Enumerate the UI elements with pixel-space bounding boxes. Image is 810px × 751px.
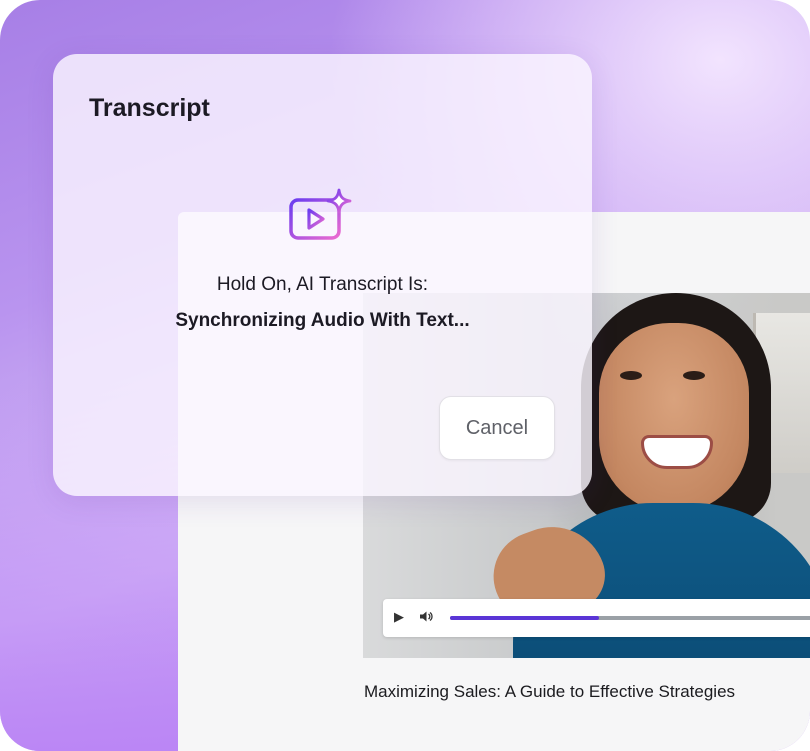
presenter-face (599, 323, 749, 513)
volume-icon-svg (420, 611, 433, 622)
transcript-dialog: Transcript Hold On, AI Transcript Is: Sy… (53, 54, 592, 496)
dialog-title: Transcript (89, 94, 210, 122)
background: ▶ Maximizing Sales: A Guide to Effective… (0, 0, 810, 751)
status-detail: Synchronizing Audio With Text... (175, 310, 470, 331)
video-controls-bar: ▶ (383, 599, 810, 637)
play-icon[interactable]: ▶ (394, 610, 404, 624)
presenter-eye-left (620, 371, 642, 380)
progress-fill (450, 616, 600, 620)
ai-video-sparkle-icon (289, 188, 352, 240)
presenter-smile (641, 435, 713, 469)
presenter-eye-right (683, 371, 705, 380)
volume-icon[interactable] (419, 610, 433, 626)
cancel-button[interactable]: Cancel (439, 396, 555, 460)
video-title: Maximizing Sales: A Guide to Effective S… (364, 682, 736, 701)
progress-track[interactable] (450, 616, 810, 620)
status-heading: Hold On, AI Transcript Is: (216, 274, 429, 295)
